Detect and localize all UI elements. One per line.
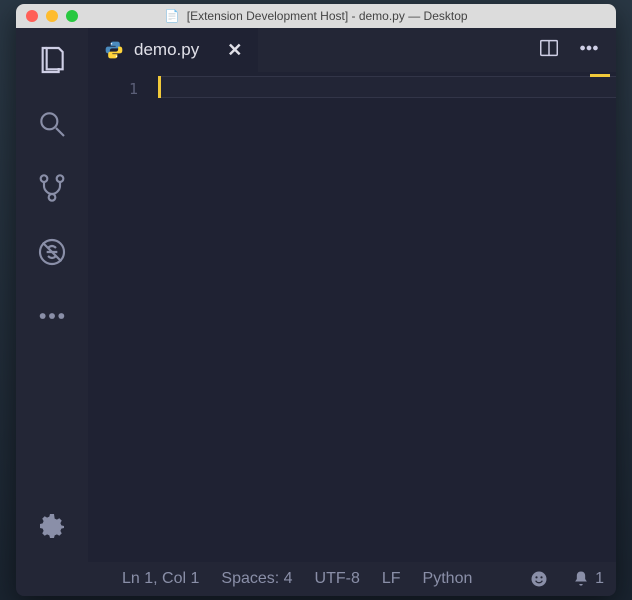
current-line-highlight <box>158 76 616 98</box>
titlebar: 📄 [Extension Development Host] - demo.py… <box>16 4 616 28</box>
feedback-button[interactable] <box>529 569 549 589</box>
line-number: 1 <box>88 78 138 100</box>
more-editor-actions-button[interactable] <box>578 37 600 64</box>
branch-icon <box>36 172 68 209</box>
cursor-position[interactable]: Ln 1, Col 1 <box>122 570 199 588</box>
search-icon <box>36 108 68 145</box>
ellipsis-icon <box>578 37 600 64</box>
settings-button[interactable] <box>34 510 70 546</box>
gear-icon <box>36 510 68 547</box>
split-editor-button[interactable] <box>538 37 560 64</box>
eol-status[interactable]: LF <box>382 570 401 588</box>
tab-bar: demo.py ✕ <box>88 28 616 72</box>
debug-icon <box>36 236 68 273</box>
overview-ruler-mark <box>590 74 610 77</box>
line-number-gutter: 1 <box>88 72 158 562</box>
window-title-text: [Extension Development Host] - demo.py —… <box>187 9 468 23</box>
maximize-window-button[interactable] <box>66 10 78 22</box>
search-tab[interactable] <box>34 108 70 144</box>
editor-group: demo.py ✕ <box>88 28 616 562</box>
smiley-icon <box>529 570 549 587</box>
window-body: demo.py ✕ <box>16 28 616 562</box>
text-cursor <box>158 76 161 98</box>
encoding-status[interactable]: UTF-8 <box>315 570 360 588</box>
bell-icon <box>571 569 591 589</box>
split-icon <box>538 37 560 64</box>
more-views-button[interactable] <box>34 300 70 336</box>
files-icon <box>36 44 68 81</box>
close-tab-button[interactable]: ✕ <box>227 40 242 61</box>
python-icon <box>104 40 124 60</box>
debug-tab[interactable] <box>34 236 70 272</box>
status-bar: Ln 1, Col 1 Spaces: 4 UTF-8 LF Python 1 <box>16 562 616 596</box>
code-content[interactable] <box>158 72 616 562</box>
tab-label: demo.py <box>134 40 199 60</box>
editor-area[interactable]: 1 <box>88 72 616 562</box>
minimize-window-button[interactable] <box>46 10 58 22</box>
source-control-tab[interactable] <box>34 172 70 208</box>
language-mode[interactable]: Python <box>423 570 473 588</box>
app-window: 📄 [Extension Development Host] - demo.py… <box>16 4 616 596</box>
window-controls <box>16 10 78 22</box>
close-icon: ✕ <box>227 40 242 60</box>
explorer-tab[interactable] <box>34 44 70 80</box>
indentation-status[interactable]: Spaces: 4 <box>221 570 292 588</box>
file-icon: 📄 <box>164 9 179 23</box>
notifications-count: 1 <box>595 570 604 588</box>
tab-demo-py[interactable]: demo.py ✕ <box>88 28 258 72</box>
ellipsis-icon <box>36 300 68 337</box>
close-window-button[interactable] <box>26 10 38 22</box>
window-title: 📄 [Extension Development Host] - demo.py… <box>16 9 616 23</box>
editor-actions <box>538 28 616 72</box>
activity-bar <box>16 28 88 562</box>
notifications-button[interactable]: 1 <box>571 569 604 589</box>
